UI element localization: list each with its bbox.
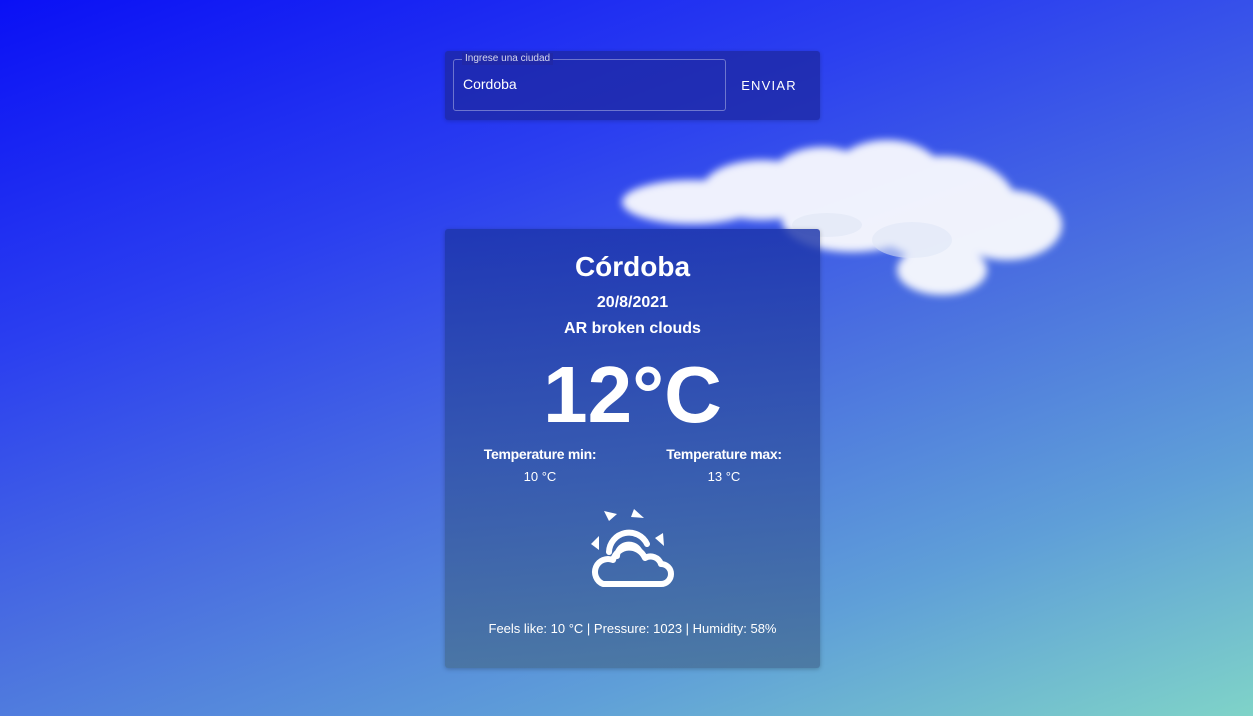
weather-description: AR broken clouds xyxy=(564,320,701,337)
current-temperature: 12°C xyxy=(543,350,722,439)
city-search-field[interactable]: Ingrese una ciudad xyxy=(453,53,726,111)
city-search-label: Ingrese una ciudad xyxy=(462,53,554,65)
temperature-min-value: 10 °C xyxy=(523,469,557,484)
temperature-max-block: Temperature max: 13 °C xyxy=(644,445,804,486)
weather-card: Córdoba 20/8/2021 AR broken clouds 12°C … xyxy=(445,229,820,668)
city-search-input[interactable] xyxy=(463,76,713,92)
weather-date: 20/8/2021 xyxy=(596,294,669,311)
sun-behind-cloud-icon xyxy=(591,509,674,587)
temperature-max-value: 13 °C xyxy=(707,469,741,484)
city-name: Córdoba xyxy=(574,251,691,282)
city-search-form: Ingrese una ciudad ENVIAR xyxy=(445,51,820,120)
temperature-max-label: Temperature max: xyxy=(666,446,782,462)
temperature-min-label: Temperature min: xyxy=(483,446,597,462)
send-button[interactable]: ENVIAR xyxy=(731,69,807,101)
weather-stats: Feels like: 10 °C | Pressure: 1023 | Hum… xyxy=(488,621,777,636)
temperature-min-block: Temperature min: 10 °C xyxy=(460,445,620,486)
